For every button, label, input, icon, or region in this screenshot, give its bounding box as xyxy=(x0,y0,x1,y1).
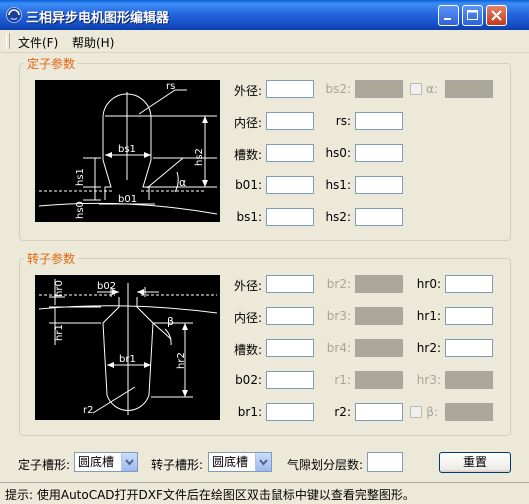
rotor-hr2-label: hr2: xyxy=(416,341,441,355)
stator-slot-count-label: 槽数: xyxy=(233,148,262,162)
stator-bs1-label: bs1: xyxy=(236,210,262,224)
maximize-button[interactable] xyxy=(462,5,483,26)
rotor-b02-input[interactable] xyxy=(266,371,314,389)
stator-slot-type-label: 定子槽形: xyxy=(18,458,71,472)
rotor-r1-input xyxy=(355,371,403,389)
status-hint: 提示: 使用AutoCAD打开DXF文件后在绘图区双击鼠标中键以查看完整图形。 xyxy=(5,488,415,502)
rotor-hr1-input[interactable] xyxy=(445,307,493,325)
rotor-label-br1: br1 xyxy=(119,354,136,365)
rotor-hr3-label: hr3: xyxy=(416,373,441,387)
stator-b01-input[interactable] xyxy=(266,176,314,194)
stator-bs2-input xyxy=(355,80,403,98)
stator-slot-dropdown-button[interactable] xyxy=(121,453,137,471)
stator-slot-type-value: 圆底槽 xyxy=(78,455,115,469)
stator-outer-diameter-label: 外径: xyxy=(233,84,262,98)
rotor-br1-label: br1: xyxy=(237,405,262,419)
menu-help[interactable]: 帮助(H) xyxy=(72,34,114,51)
rotor-outer-diameter-input[interactable] xyxy=(266,275,314,293)
stator-label-b01: b01 xyxy=(118,194,137,205)
rotor-label-b02: b02 xyxy=(97,281,116,292)
stator-bs2-label: bs2: xyxy=(325,82,351,96)
stator-hs1-label: hs1: xyxy=(325,178,351,192)
rotor-label-hr1: hr1 xyxy=(54,324,65,341)
rotor-r2-label: r2: xyxy=(334,405,351,419)
stator-label-hs1: hs1 xyxy=(75,168,86,186)
stator-hs0-label: hs0: xyxy=(325,146,351,160)
rotor-slot-type-label: 转子槽形: xyxy=(151,458,204,472)
stator-inner-diameter-label: 内径: xyxy=(233,116,262,130)
rotor-br3-label: br3: xyxy=(326,309,351,323)
stator-label-hs0: hs0 xyxy=(75,201,86,219)
rotor-br4-input xyxy=(355,339,403,357)
rotor-br4-label: br4: xyxy=(326,341,351,355)
rotor-b02-label: b02: xyxy=(235,373,262,387)
rotor-br2-label: br2: xyxy=(326,277,351,291)
stator-alpha-label: α: xyxy=(426,82,438,96)
rotor-label-hr0: hr0 xyxy=(54,280,65,297)
menu-file[interactable]: 文件(F) xyxy=(18,34,58,51)
rotor-hr0-label: hr0: xyxy=(416,277,441,291)
rotor-hr1-label: hr1: xyxy=(416,309,441,323)
rotor-label-beta: β xyxy=(167,315,174,328)
rotor-beta-label: β: xyxy=(426,405,438,419)
close-button[interactable] xyxy=(486,5,507,26)
rotor-label-hr2: hr2 xyxy=(176,352,187,369)
rotor-hr2-input[interactable] xyxy=(445,339,493,357)
window-title: 三相异步电机图形编辑器 xyxy=(26,11,170,26)
stator-bs1-input[interactable] xyxy=(266,208,314,226)
stator-label-hs2: hs2 xyxy=(194,148,205,166)
stator-hs0-input[interactable] xyxy=(355,144,403,162)
stator-hs2-input[interactable] xyxy=(355,208,403,226)
rotor-inner-diameter-label: 内径: xyxy=(233,311,262,325)
rotor-r1-label: r1: xyxy=(334,373,351,387)
stator-inner-diameter-input[interactable] xyxy=(266,112,314,130)
minimize-icon xyxy=(444,18,451,20)
chevron-down-icon xyxy=(259,459,268,466)
stator-outer-diameter-input[interactable] xyxy=(266,80,314,98)
close-icon xyxy=(491,10,502,21)
stator-label-rs: rs xyxy=(166,81,175,92)
stator-label-alpha: α xyxy=(179,176,186,189)
stator-rs-input[interactable] xyxy=(355,112,403,130)
stator-b01-label: b01: xyxy=(235,178,262,192)
rotor-slot-type-value: 圆底槽 xyxy=(212,455,249,469)
app-icon xyxy=(6,7,22,23)
rotor-slot-count-label: 槽数: xyxy=(233,343,262,357)
stator-alpha-input xyxy=(445,80,493,98)
rotor-slot-count-input[interactable] xyxy=(266,339,314,357)
stator-slot-count-input[interactable] xyxy=(266,144,314,162)
rotor-label-r2: r2 xyxy=(83,405,93,416)
stator-slot-drawing: rs bs1 hs2 hs1 hs0 b01 α xyxy=(35,80,220,222)
rotor-br2-input xyxy=(355,275,403,293)
chevron-down-icon xyxy=(125,459,134,466)
maximize-icon xyxy=(467,10,478,20)
rotor-group-label: 转子参数 xyxy=(24,250,79,267)
stator-hs1-input[interactable] xyxy=(355,176,403,194)
stator-rs-label: rs: xyxy=(335,114,351,128)
stator-label-bs1: bs1 xyxy=(118,144,136,155)
rotor-slot-drawing: hr0 b02 hr1 β hr2 br1 r2 xyxy=(35,275,220,420)
airgap-layers-input[interactable] xyxy=(367,452,403,472)
rotor-inner-diameter-input[interactable] xyxy=(266,307,314,325)
menu-grip xyxy=(6,33,10,49)
rotor-br3-input xyxy=(355,307,403,325)
rotor-slot-dropdown-button[interactable] xyxy=(255,453,271,471)
minimize-button[interactable] xyxy=(438,5,459,26)
rotor-beta-input xyxy=(445,403,493,421)
stator-hs2-label: hs2: xyxy=(325,210,351,224)
rotor-hr0-input[interactable] xyxy=(445,275,493,293)
rotor-outer-diameter-label: 外径: xyxy=(233,279,262,293)
reset-button[interactable]: 重置 xyxy=(439,452,511,473)
airgap-layers-label: 气隙划分层数: xyxy=(287,458,364,472)
rotor-hr3-input xyxy=(445,371,493,389)
rotor-br1-input[interactable] xyxy=(266,403,314,421)
rotor-r2-input[interactable] xyxy=(355,403,403,421)
stator-group-label: 定子参数 xyxy=(24,55,79,72)
